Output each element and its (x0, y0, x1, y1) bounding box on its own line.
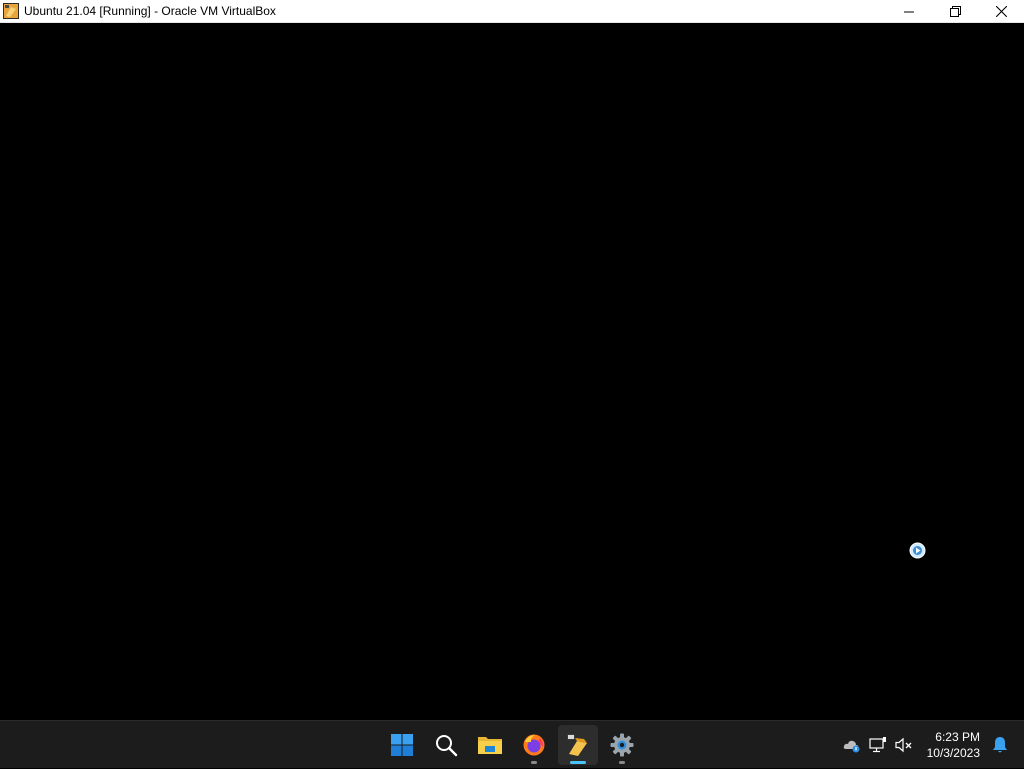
system-tray: 6:23 PM 10/3/2023 (839, 721, 1024, 769)
minimize-button[interactable] (886, 0, 932, 23)
taskbar-app-list (380, 721, 644, 769)
firefox-button[interactable] (514, 725, 554, 765)
start-button[interactable] (382, 725, 422, 765)
volume-muted-icon (895, 737, 912, 753)
gear-icon (610, 733, 634, 757)
network-icon (869, 737, 886, 753)
clock-time: 6:23 PM (935, 730, 980, 744)
clock-date: 10/3/2023 (926, 746, 980, 760)
notifications-button[interactable] (986, 731, 1014, 759)
window-title: Ubuntu 21.04 [Running] - Oracle VM Virtu… (24, 4, 276, 18)
mouse-cursor-icon (909, 542, 926, 559)
bell-icon (993, 737, 1007, 753)
search-button[interactable] (426, 725, 466, 765)
minimize-icon (904, 11, 914, 12)
file-explorer-button[interactable] (470, 725, 510, 765)
onedrive-icon (843, 740, 860, 753)
close-button[interactable] (978, 0, 1024, 23)
windows-logo-icon (391, 734, 413, 756)
onedrive-button[interactable] (840, 733, 864, 757)
close-icon (995, 6, 1007, 17)
running-indicator (531, 761, 537, 764)
folder-icon (478, 737, 502, 754)
restore-button[interactable] (932, 0, 978, 23)
virtualbox-icon (567, 734, 587, 756)
virtualbox-button[interactable] (558, 725, 598, 765)
taskbar: 6:23 PM 10/3/2023 (0, 720, 1024, 768)
firefox-icon (523, 734, 545, 756)
window-titlebar[interactable]: Ubuntu 21.04 [Running] - Oracle VM Virtu… (0, 0, 1024, 23)
settings-button[interactable] (602, 725, 642, 765)
restore-icon (949, 6, 961, 17)
virtualbox-icon (3, 3, 19, 19)
vm-display[interactable] (0, 23, 1024, 720)
search-icon (436, 735, 458, 757)
running-indicator (619, 761, 625, 764)
active-indicator (570, 761, 586, 764)
clock-button[interactable]: 6:23 PM 10/3/2023 (927, 729, 980, 761)
network-button[interactable] (866, 733, 890, 757)
volume-button[interactable] (892, 733, 916, 757)
